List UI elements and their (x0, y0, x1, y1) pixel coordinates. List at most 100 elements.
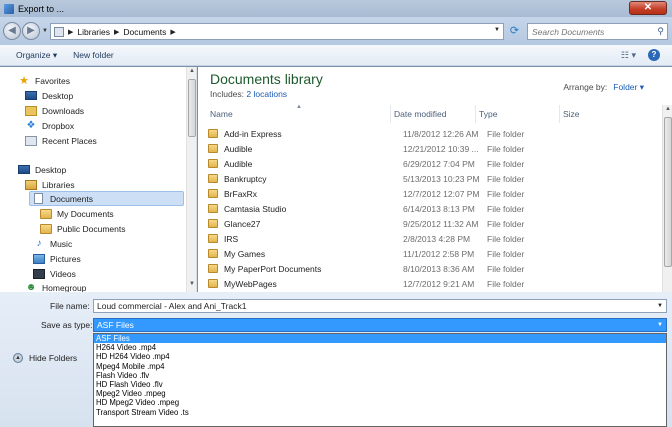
file-row[interactable]: My PaperPort Documents 8/10/2013 8:36 AM F… (208, 261, 660, 276)
recent-pages-dropdown-icon[interactable]: ▼ (42, 28, 48, 34)
scroll-down-icon[interactable]: ▼ (188, 281, 196, 287)
close-icon: ✕ (643, 2, 653, 13)
breadcrumb-separator-icon[interactable]: ▶ (68, 28, 73, 36)
nav-libraries[interactable]: Libraries (25, 177, 185, 192)
nav-music[interactable]: ♪ Music (33, 236, 183, 251)
file-list-pane: Documents library Includes: 2 locations … (198, 67, 672, 292)
forward-button[interactable]: ▶ (22, 22, 40, 40)
breadcrumb-separator-icon[interactable]: ▶ (170, 28, 175, 36)
breadcrumb-documents[interactable]: Documents (123, 27, 166, 37)
folder-icon (208, 144, 218, 153)
file-row[interactable]: Add-in Express 11/8/2012 12:26 AM File fol… (208, 126, 660, 141)
file-row[interactable]: MyWebPages 12/7/2012 9:21 AM File folder (208, 276, 660, 291)
type-option-h264[interactable]: H264 Video .mp4 (94, 343, 666, 352)
file-row[interactable]: Audible 12/21/2012 10:39 ... File folder (208, 141, 660, 156)
nav-desktop[interactable]: Desktop (18, 162, 178, 177)
nav-downloads[interactable]: Downloads (25, 103, 185, 118)
close-button[interactable]: ✕ (629, 1, 667, 15)
file-row[interactable]: My Games 11/1/2012 2:58 PM File folder (208, 246, 660, 261)
nav-documents[interactable]: Documents (29, 191, 184, 206)
hide-folders-button[interactable]: ▲ Hide Folders (13, 353, 77, 363)
column-header-name[interactable]: Name (210, 105, 390, 123)
nav-recent-places[interactable]: Recent Places (25, 133, 185, 148)
nav-desktop-favorite[interactable]: Desktop (25, 88, 185, 103)
file-list-scroll-thumb[interactable] (664, 117, 672, 267)
address-bar[interactable]: ▶ Libraries ▶ Documents ▶ ▼ (50, 23, 504, 40)
file-row[interactable]: Camtasia Studio 6/14/2013 8:13 PM File fol… (208, 201, 660, 216)
music-icon: ♪ (36, 237, 42, 249)
file-list-scrollbar[interactable]: ▲ (662, 105, 672, 292)
monitor-icon (18, 165, 30, 174)
nav-favorites[interactable]: ★ Favorites (18, 73, 178, 88)
homegroup-icon: ☻ (25, 281, 37, 292)
help-icon[interactable]: ? (648, 49, 660, 61)
refresh-icon[interactable]: ⟳ (506, 23, 523, 40)
type-option-hd-h264[interactable]: HD H264 Video .mp4 (94, 352, 666, 361)
nav-my-documents[interactable]: My Documents (40, 206, 180, 221)
folder-icon (208, 264, 218, 273)
file-row[interactable]: IRS 2/8/2013 4:28 PM File folder (208, 231, 660, 246)
address-dropdown-icon[interactable]: ▼ (494, 27, 500, 33)
scroll-up-icon[interactable]: ▲ (664, 106, 672, 112)
search-input[interactable] (532, 26, 650, 37)
folder-icon (208, 279, 218, 288)
column-header-date[interactable]: Date modified (394, 105, 474, 123)
file-row[interactable]: Bankruptcy 5/13/2013 10:23 PM File folder (208, 171, 660, 186)
type-option-hd-mpeg2[interactable]: HD Mpeg2 Video .mpeg (94, 398, 666, 407)
nav-public-documents[interactable]: Public Documents (40, 221, 180, 236)
folder-icon (208, 219, 218, 228)
type-option-transport-stream[interactable]: Transport Stream Video .ts (94, 408, 666, 417)
scroll-up-icon[interactable]: ▲ (188, 68, 196, 74)
picture-icon (33, 253, 45, 264)
column-divider[interactable] (559, 105, 560, 123)
libraries-icon (54, 26, 64, 37)
new-folder-button[interactable]: New folder (73, 50, 114, 60)
nav-scroll-thumb[interactable] (188, 79, 196, 137)
save-type-select[interactable]: ASF Files ▼ (93, 318, 667, 332)
change-view-icon[interactable]: ☷ ▾ (621, 50, 636, 61)
save-type-dropdown-icon[interactable]: ▼ (657, 319, 663, 331)
navigation-pane: ★ Favorites Desktop Downloads ❖ Dropbox Re… (0, 67, 197, 292)
back-button[interactable]: ◀ (3, 22, 21, 40)
library-icon (25, 179, 37, 190)
type-option-mpeg2[interactable]: Mpeg2 Video .mpeg (94, 389, 666, 398)
file-row[interactable]: Audible 6/29/2012 7:04 PM File folder (208, 156, 660, 171)
address-bar-area: ◀ ▶ ▼ ▶ Libraries ▶ Documents ▶ ▼ ⟳ ⚲ (0, 17, 672, 45)
file-name-label: File name: (50, 301, 90, 311)
arrange-by-dropdown[interactable]: Folder ▾ (613, 82, 644, 92)
breadcrumb-libraries[interactable]: Libraries (77, 27, 110, 37)
file-name-dropdown-icon[interactable]: ▼ (657, 300, 663, 312)
breadcrumb-separator-icon[interactable]: ▶ (114, 28, 119, 36)
type-option-mpeg4-mobile[interactable]: Mpeg4 Mobile .mp4 (94, 362, 666, 371)
file-row[interactable]: BrFaxRx 12/7/2012 12:07 PM File folder (208, 186, 660, 201)
search-box[interactable]: ⚲ (527, 23, 668, 40)
nav-videos[interactable]: Videos (33, 266, 183, 281)
type-option-hd-flash[interactable]: HD Flash Video .flv (94, 380, 666, 389)
document-icon (34, 193, 43, 204)
folder-icon (208, 189, 218, 198)
nav-scrollbar[interactable]: ▲ ▼ (186, 67, 196, 292)
save-type-options-list[interactable]: ASF Files H264 Video .mp4 HD H264 Video … (93, 333, 667, 427)
folder-icon (208, 234, 218, 243)
arrange-by: Arrange by: Folder ▾ (563, 82, 644, 93)
type-option-flash[interactable]: Flash Video .flv (94, 371, 666, 380)
organize-button[interactable]: Organize ▾ (16, 50, 57, 61)
column-header-type[interactable]: Type (479, 105, 559, 123)
back-arrow-icon: ◀ (8, 25, 16, 36)
folder-icon (208, 204, 218, 213)
search-icon[interactable]: ⚲ (657, 26, 664, 37)
file-name-value: Loud commercial - Alex and Ani_Track1 (97, 301, 247, 311)
save-type-label: Save as type: (41, 320, 93, 330)
locations-link[interactable]: 2 locations (246, 89, 287, 99)
download-folder-icon (25, 105, 37, 116)
nav-pictures[interactable]: Pictures (33, 251, 183, 266)
nav-homegroup[interactable]: ☻ Homegroup (25, 280, 185, 292)
column-header-size[interactable]: Size (563, 105, 643, 123)
type-option-asf[interactable]: ASF Files (94, 334, 666, 344)
column-divider[interactable] (475, 105, 476, 123)
file-row[interactable]: Glance27 9/25/2012 11:32 AM File folder (208, 216, 660, 231)
column-divider[interactable] (390, 105, 391, 123)
library-title: Documents library (210, 71, 323, 87)
nav-dropbox[interactable]: ❖ Dropbox (25, 118, 185, 133)
file-name-input[interactable]: Loud commercial - Alex and Ani_Track1 ▼ (93, 299, 667, 313)
